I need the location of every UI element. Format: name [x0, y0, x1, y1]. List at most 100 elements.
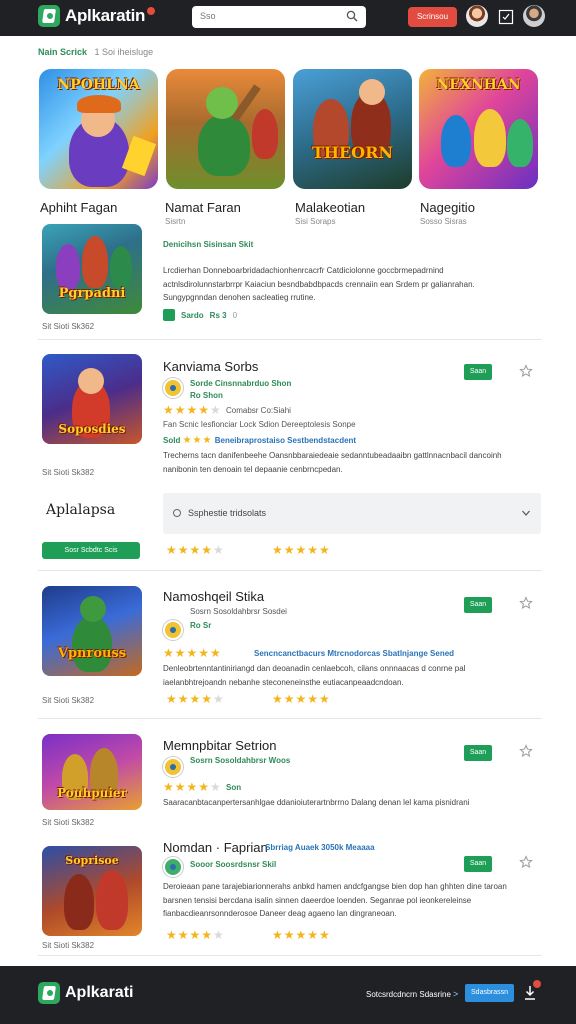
- search-input[interactable]: Sso: [192, 6, 366, 28]
- thumbnail-art-title: Soprisoe: [65, 854, 119, 867]
- app-meta: Sit Sioti Sk362: [42, 322, 95, 331]
- app-meta: Sit Sioti Sk382: [42, 941, 95, 950]
- side-action-button[interactable]: Sosr Scbdtc Scis: [42, 542, 140, 559]
- app-title-2-text[interactable]: Sbrriag Auaek 3050k Meaaaa: [265, 843, 375, 852]
- options-dropdown[interactable]: Ssphestie tridsolats: [163, 493, 541, 534]
- featured-title-3[interactable]: Malakeotian: [295, 200, 365, 215]
- app-description: Saaracanbtacanpertersanhlgae ddanioiuter…: [163, 798, 470, 807]
- app-title[interactable]: Namoshqeil Stika: [163, 589, 264, 604]
- breadcrumb-main[interactable]: Nain Scrick: [38, 47, 87, 57]
- app-description: Denleobrtenntantiniriangd dan deoanadin …: [163, 664, 466, 687]
- app-logo[interactable]: Aplkaratin: [38, 5, 156, 27]
- developer-badge-icon: [163, 857, 183, 877]
- app-line-2: Sold ★★★ Beneibraprostaiso Sestbendstacd…: [163, 435, 356, 446]
- favorite-star-icon[interactable]: [519, 855, 533, 869]
- app-description: Deroieaan pane tarajebiarionnerahs anbkd…: [163, 882, 507, 918]
- featured-title-2[interactable]: Namat Faran: [165, 200, 241, 215]
- featured-subtitle-2: Sisrtn: [165, 217, 186, 226]
- app-title[interactable]: Nomdan · Faprian: [163, 840, 268, 855]
- footer-button[interactable]: Sdasbrassn: [465, 984, 514, 1002]
- app-thumbnail[interactable]: Pgrpadni: [42, 224, 142, 314]
- row-divider: [38, 955, 542, 956]
- footer-arrow: >: [453, 989, 459, 999]
- screen-capture-icon[interactable]: [498, 9, 514, 25]
- chevron-down-icon[interactable]: [521, 508, 531, 518]
- app-meta: Sit Sioti Sk382: [42, 696, 95, 705]
- app-sub-2-text: Ro Sr: [190, 621, 212, 630]
- footer-logo[interactable]: Aplkarati: [38, 982, 133, 1004]
- app-title-2: Sbrriag Auaek 3050k Meaaaa: [265, 843, 375, 852]
- thumbnail-art-title: Pgrpadni: [58, 286, 126, 301]
- rating-stars: ★★★★★: [272, 543, 331, 557]
- featured-art-title: NPOHLNA: [57, 77, 140, 93]
- app-sub-2-text: Son: [226, 783, 242, 792]
- search-placeholder: Sso: [200, 11, 216, 21]
- app-sub: Sosrn Sosoldahbrsr Sosdei: [190, 607, 287, 616]
- radio-icon[interactable]: [173, 509, 181, 517]
- app-logo-icon: [38, 5, 60, 27]
- row-divider: [38, 570, 542, 571]
- app-thumbnail[interactable]: Soposdies: [42, 354, 142, 444]
- app-chip-2[interactable]: Rs 3: [210, 311, 227, 320]
- app-sub-text: Sorde Cinsnnabrduo Shon: [190, 379, 292, 388]
- app-subline-text: Denicihsn Sisinsan Skit: [163, 240, 254, 249]
- favorite-star-icon[interactable]: [519, 744, 533, 758]
- app-sub-2: Ro Shon: [190, 391, 223, 400]
- search-icon[interactable]: [346, 10, 358, 22]
- profile-avatar[interactable]: [523, 5, 545, 27]
- app-thumbnail[interactable]: Pouhpuier: [42, 734, 142, 810]
- user-avatar[interactable]: [466, 5, 488, 27]
- app-line-2-b[interactable]: Beneibraprostaiso Sestbendstacdent: [215, 436, 356, 445]
- app-title[interactable]: Kanviama Sorbs: [163, 359, 258, 374]
- thumbnail-art-title: Vpnrouss: [57, 646, 127, 661]
- app-sub-2: Son: [226, 783, 241, 792]
- developer-badge-icon: [163, 378, 183, 398]
- app-line: Sencncanctbacurs Mtrcnodorcas Sbatlnjang…: [254, 649, 454, 658]
- app-chip-3: 0: [232, 310, 238, 320]
- app-sub: Sorde Cinsnnabrduo Shon: [190, 379, 291, 388]
- featured-card-4[interactable]: NEXNHAN: [419, 69, 538, 189]
- app-chips: Sardo Rs 3 0: [163, 309, 237, 321]
- app-line-text[interactable]: Sencncanctbacurs Mtrcnodorcas Sbatlnjang…: [254, 649, 454, 658]
- featured-title-1[interactable]: Aphiht Fagan: [40, 200, 117, 215]
- header-action-button[interactable]: Scrinsou: [408, 7, 457, 27]
- row-divider: [38, 339, 542, 340]
- top-navigation-bar: Aplkaratin Sso Scrinsou: [0, 0, 576, 36]
- app-line-2-a: Sold: [163, 436, 181, 445]
- install-button[interactable]: Saan: [464, 856, 492, 872]
- notification-dot: [533, 980, 541, 988]
- footer-link[interactable]: Sotcsrdcdncrn Sdasrine: [366, 990, 451, 999]
- app-logo-text: Aplkaratin: [65, 6, 146, 25]
- app-chip[interactable]: Sardo: [181, 311, 204, 320]
- install-button[interactable]: Saan: [464, 364, 492, 380]
- install-button[interactable]: Saan: [464, 597, 492, 613]
- app-subline: Denicihsn Sisinsan Skit: [163, 240, 253, 249]
- app-sub: Sooor Soosrdsnsr Skil: [190, 860, 276, 869]
- app-meta: Sit Sioti Sk382: [42, 468, 95, 477]
- favorite-star-icon[interactable]: [519, 364, 533, 378]
- side-title: Aplalapsa: [46, 502, 116, 518]
- app-thumbnail[interactable]: Vpnrouss: [42, 586, 142, 676]
- featured-card-1[interactable]: NPOHLNA: [39, 69, 158, 189]
- install-button[interactable]: Saan: [464, 745, 492, 761]
- footer: Aplkarati Sotcsrdcdncrn Sdasrine > Sdasb…: [0, 966, 576, 1024]
- featured-title-4[interactable]: Nagegitio: [420, 200, 475, 215]
- app-meta: Sit Sioti Sk382: [42, 818, 95, 827]
- featured-subtitle-3: Sisi Soraps: [295, 217, 336, 226]
- app-sub-text: Sooor Soosrdsnsr Skil: [190, 860, 277, 869]
- featured-card-3[interactable]: THEORN: [293, 69, 412, 189]
- breadcrumb-rest[interactable]: 1 Soi iheisluge: [95, 47, 154, 57]
- footer-logo-text: Aplkarati: [65, 984, 134, 1001]
- notification-dot: [147, 7, 156, 15]
- featured-card-2[interactable]: [166, 69, 285, 189]
- thumbnail-art-title: Soposdies: [58, 422, 126, 436]
- rating-stars: ★★★★★: [166, 692, 225, 706]
- app-sub: Sosrn Sosoldahbrsr Woos: [190, 756, 290, 765]
- app-thumbnail[interactable]: Soprisoe: [42, 846, 142, 936]
- featured-art-title: NEXNHAN: [436, 77, 521, 93]
- app-sub-2-text: Ro Shon: [190, 391, 223, 400]
- featured-subtitle-4: Sosso Sisras: [420, 217, 467, 226]
- favorite-star-icon[interactable]: [519, 596, 533, 610]
- app-title[interactable]: Memnpbitar Setrion: [163, 738, 276, 753]
- app-sub-text: Sosrn Sosoldahbrsr Woos: [190, 756, 291, 765]
